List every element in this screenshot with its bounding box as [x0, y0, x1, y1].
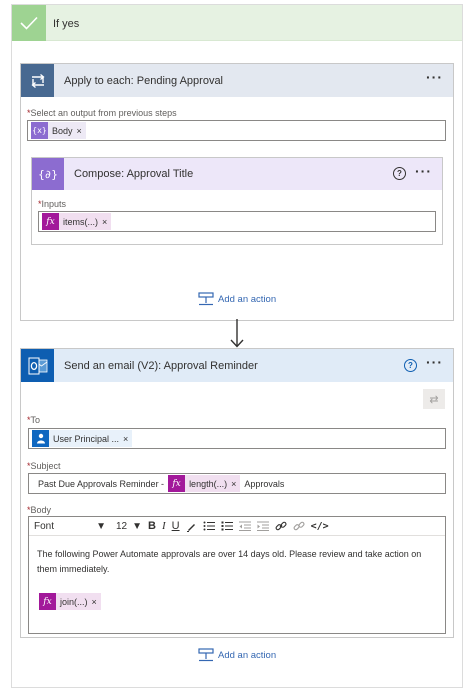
remove-token-icon[interactable]: ×	[92, 597, 101, 607]
bold-icon[interactable]: B	[148, 520, 156, 532]
underline-icon[interactable]: U	[172, 520, 180, 532]
select-output-label: *Select an output from previous steps	[27, 108, 177, 118]
decrease-indent-icon[interactable]	[238, 521, 251, 531]
font-dropdown[interactable]: Font ▼	[34, 521, 106, 532]
add-an-action-link[interactable]: Add an action	[198, 292, 276, 306]
body-label: *Body	[27, 505, 51, 515]
compose-header[interactable]: {∂} Compose: Approval Title ? ···	[32, 158, 442, 190]
subject-suffix-text: Approvals	[244, 478, 285, 489]
help-icon[interactable]: ?	[393, 167, 406, 180]
unlink-icon[interactable]	[293, 520, 305, 532]
send-email-header[interactable]: Send an email (V2): Approval Reminder ? …	[21, 349, 453, 382]
swap-mode-icon[interactable]: ⇄	[423, 389, 445, 409]
send-email-card: Send an email (V2): Approval Reminder ? …	[20, 348, 454, 638]
pen-icon[interactable]	[186, 521, 197, 532]
body-token-label: Body	[52, 125, 73, 136]
add-action-label: Add an action	[218, 649, 277, 661]
help-icon[interactable]: ?	[404, 359, 417, 372]
length-token-label: length(...)	[189, 478, 228, 489]
remove-token-icon[interactable]: ×	[123, 434, 132, 444]
apply-to-each-title: Apply to each: Pending Approval	[64, 74, 224, 87]
add-action-icon	[198, 648, 214, 662]
items-token-label: items(...)	[63, 216, 98, 227]
chevron-down-icon: ▼	[96, 520, 106, 532]
checkmark-icon	[12, 5, 46, 41]
font-size-dropdown[interactable]: 12 ▼	[116, 521, 142, 532]
compose-card: {∂} Compose: Approval Title ? ··· *Input…	[31, 157, 443, 245]
connector-arrow-icon	[230, 319, 244, 348]
body-token[interactable]: {x} Body ×	[31, 122, 86, 139]
fx-icon: fx	[42, 213, 59, 230]
loop-icon	[21, 64, 54, 97]
italic-icon[interactable]: I	[162, 520, 166, 532]
user-principal-label: User Principal ...	[53, 433, 120, 444]
body-editor[interactable]: Font ▼ 12 ▼ B I U </> The following Powe…	[28, 516, 446, 634]
outlook-icon	[21, 349, 54, 382]
font-size-label: 12	[116, 520, 128, 532]
link-icon[interactable]	[275, 520, 287, 532]
apply-to-each-card: Apply to each: Pending Approval ··· *Sel…	[20, 63, 454, 321]
user-icon	[32, 430, 49, 447]
compose-icon: {∂}	[32, 158, 64, 190]
send-email-title: Send an email (V2): Approval Reminder	[64, 359, 258, 372]
subject-prefix-text: Past Due Approvals Reminder -	[38, 478, 165, 489]
if-yes-branch: If yes Apply to each: Pending Approval ·…	[11, 4, 463, 688]
subject-field[interactable]: Past Due Approvals Reminder - fx length(…	[28, 473, 446, 494]
select-output-field[interactable]: {x} Body ×	[27, 120, 446, 141]
more-options-icon[interactable]: ···	[426, 355, 443, 369]
editor-toolbar: Font ▼ 12 ▼ B I U </>	[29, 517, 445, 536]
if-yes-header[interactable]: If yes	[12, 5, 462, 41]
add-action-icon	[198, 292, 214, 306]
inputs-field[interactable]: fx items(...) ×	[38, 211, 436, 232]
remove-token-icon[interactable]: ×	[77, 126, 86, 136]
subject-label-text: Subject	[30, 461, 61, 471]
body-label-text: Body	[30, 505, 52, 515]
numbered-list-icon[interactable]	[221, 521, 233, 531]
if-yes-title: If yes	[53, 18, 80, 30]
more-options-icon[interactable]: ···	[426, 70, 443, 84]
inputs-label-text: Inputs	[41, 199, 67, 209]
remove-token-icon[interactable]: ×	[231, 479, 240, 489]
fx-icon: fx	[39, 593, 56, 610]
fx-icon: fx	[168, 475, 186, 492]
code-view-icon[interactable]: </>	[311, 521, 329, 532]
chevron-down-icon: ▼	[132, 520, 142, 532]
font-dropdown-label: Font	[34, 520, 55, 532]
add-an-action-link-bottom[interactable]: Add an action	[198, 648, 276, 662]
more-options-icon[interactable]: ···	[415, 164, 432, 178]
to-label-text: To	[30, 415, 41, 425]
apply-to-each-header[interactable]: Apply to each: Pending Approval ···	[21, 64, 453, 97]
items-token[interactable]: fx items(...) ×	[42, 213, 112, 230]
to-field[interactable]: User Principal ... ×	[28, 428, 446, 449]
increase-indent-icon[interactable]	[256, 521, 269, 531]
remove-token-icon[interactable]: ×	[102, 217, 111, 227]
inputs-label: *Inputs	[38, 199, 66, 209]
compose-title: Compose: Approval Title	[74, 168, 194, 180]
body-text: The following Power Automate approvals a…	[37, 549, 422, 574]
subject-label: *Subject	[27, 461, 61, 471]
user-principal-token[interactable]: User Principal ... ×	[32, 430, 133, 447]
length-token[interactable]: fx length(...) ×	[168, 475, 241, 492]
select-output-label-text: Select an output from previous steps	[30, 108, 177, 118]
join-token[interactable]: fx join(...) ×	[39, 593, 101, 610]
to-label: *To	[27, 415, 40, 425]
join-token-label: join(...)	[60, 596, 88, 607]
bulleted-list-icon[interactable]	[203, 521, 215, 531]
add-action-label: Add an action	[218, 293, 277, 305]
variable-icon: {x}	[31, 122, 48, 139]
